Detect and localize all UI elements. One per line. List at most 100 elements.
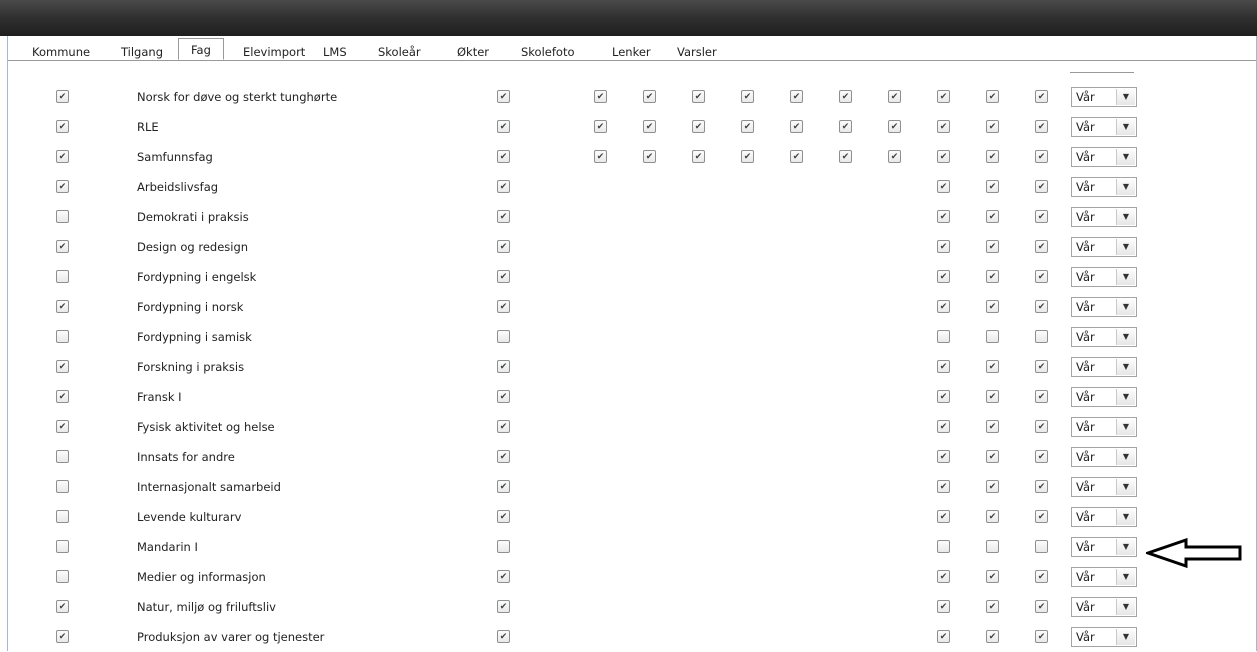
chevron-down-icon[interactable]: ▼ <box>1116 509 1135 525</box>
grade-checkbox[interactable] <box>643 90 656 103</box>
grade-checkbox[interactable] <box>594 150 607 163</box>
subject-enabled-checkbox[interactable] <box>497 630 510 643</box>
term-select[interactable]: Vår ▼ <box>1071 417 1137 437</box>
term-select[interactable]: Vår ▼ <box>1071 147 1137 167</box>
term-select[interactable]: Vår ▼ <box>1071 357 1137 377</box>
grade-checkbox[interactable] <box>1035 630 1048 643</box>
tab-tilgang[interactable]: Tilgang <box>121 44 163 60</box>
term-select[interactable]: Vår ▼ <box>1071 537 1137 557</box>
grade-checkbox[interactable] <box>937 90 950 103</box>
grade-checkbox[interactable] <box>1035 420 1048 433</box>
grade-checkbox[interactable] <box>937 180 950 193</box>
term-select[interactable]: Vår ▼ <box>1071 567 1137 587</box>
grade-checkbox[interactable] <box>937 540 950 553</box>
subject-enabled-checkbox[interactable] <box>497 330 510 343</box>
grade-checkbox[interactable] <box>937 630 950 643</box>
grade-checkbox[interactable] <box>986 360 999 373</box>
grade-checkbox[interactable] <box>986 210 999 223</box>
grade-checkbox[interactable] <box>937 450 950 463</box>
grade-checkbox[interactable] <box>692 90 705 103</box>
chevron-down-icon[interactable]: ▼ <box>1116 539 1135 555</box>
subject-active-checkbox[interactable] <box>56 270 69 283</box>
chevron-down-icon[interactable]: ▼ <box>1116 329 1135 345</box>
chevron-down-icon[interactable]: ▼ <box>1116 389 1135 405</box>
grade-checkbox[interactable] <box>937 120 950 133</box>
grade-checkbox[interactable] <box>594 90 607 103</box>
grade-checkbox[interactable] <box>1035 330 1048 343</box>
subject-enabled-checkbox[interactable] <box>497 240 510 253</box>
grade-checkbox[interactable] <box>986 330 999 343</box>
tab-skolefoto[interactable]: Skolefoto <box>521 44 575 60</box>
term-select[interactable]: Vår ▼ <box>1071 87 1137 107</box>
subject-active-checkbox[interactable] <box>56 300 69 313</box>
subject-active-checkbox[interactable] <box>56 480 69 493</box>
subject-active-checkbox[interactable] <box>56 570 69 583</box>
term-select[interactable]: Vår ▼ <box>1071 207 1137 227</box>
grade-checkbox[interactable] <box>888 90 901 103</box>
grade-checkbox[interactable] <box>986 180 999 193</box>
grade-checkbox[interactable] <box>790 120 803 133</box>
subject-enabled-checkbox[interactable] <box>497 150 510 163</box>
grade-checkbox[interactable] <box>937 510 950 523</box>
grade-checkbox[interactable] <box>986 150 999 163</box>
chevron-down-icon[interactable]: ▼ <box>1116 269 1135 285</box>
subject-enabled-checkbox[interactable] <box>497 210 510 223</box>
chevron-down-icon[interactable]: ▼ <box>1116 149 1135 165</box>
subject-enabled-checkbox[interactable] <box>497 390 510 403</box>
subject-enabled-checkbox[interactable] <box>497 270 510 283</box>
grade-checkbox[interactable] <box>937 420 950 433</box>
grade-checkbox[interactable] <box>937 480 950 493</box>
term-select[interactable]: Vår ▼ <box>1071 237 1137 257</box>
chevron-down-icon[interactable]: ▼ <box>1116 599 1135 615</box>
grade-checkbox[interactable] <box>937 360 950 373</box>
term-select[interactable]: Vår ▼ <box>1071 297 1137 317</box>
grade-checkbox[interactable] <box>986 300 999 313</box>
grade-checkbox[interactable] <box>986 90 999 103</box>
grade-checkbox[interactable] <box>937 300 950 313</box>
subject-active-checkbox[interactable] <box>56 420 69 433</box>
tab-okter[interactable]: Økter <box>457 44 489 60</box>
tab-varsler[interactable]: Varsler <box>677 44 717 60</box>
grade-checkbox[interactable] <box>643 150 656 163</box>
grade-checkbox[interactable] <box>839 120 852 133</box>
grade-checkbox[interactable] <box>790 90 803 103</box>
grade-checkbox[interactable] <box>1035 480 1048 493</box>
term-select[interactable]: Vår ▼ <box>1071 627 1137 647</box>
grade-checkbox[interactable] <box>1035 450 1048 463</box>
subject-active-checkbox[interactable] <box>56 120 69 133</box>
subject-active-checkbox[interactable] <box>56 450 69 463</box>
subject-enabled-checkbox[interactable] <box>497 300 510 313</box>
subject-active-checkbox[interactable] <box>56 360 69 373</box>
grade-checkbox[interactable] <box>1035 120 1048 133</box>
subject-active-checkbox[interactable] <box>56 630 69 643</box>
chevron-down-icon[interactable]: ▼ <box>1116 629 1135 645</box>
grade-checkbox[interactable] <box>1035 570 1048 583</box>
chevron-down-icon[interactable]: ▼ <box>1116 239 1135 255</box>
grade-checkbox[interactable] <box>986 240 999 253</box>
grade-checkbox[interactable] <box>1035 150 1048 163</box>
grade-checkbox[interactable] <box>741 90 754 103</box>
grade-checkbox[interactable] <box>1035 270 1048 283</box>
chevron-down-icon[interactable]: ▼ <box>1116 419 1135 435</box>
grade-checkbox[interactable] <box>643 120 656 133</box>
grade-checkbox[interactable] <box>986 420 999 433</box>
grade-checkbox[interactable] <box>741 120 754 133</box>
grade-checkbox[interactable] <box>741 150 754 163</box>
subject-enabled-checkbox[interactable] <box>497 570 510 583</box>
tab-fag[interactable]: Fag <box>178 38 224 60</box>
subject-enabled-checkbox[interactable] <box>497 450 510 463</box>
grade-checkbox[interactable] <box>692 120 705 133</box>
grade-checkbox[interactable] <box>839 150 852 163</box>
subject-enabled-checkbox[interactable] <box>497 90 510 103</box>
grade-checkbox[interactable] <box>986 120 999 133</box>
tab-skolear[interactable]: Skoleår <box>378 44 421 60</box>
grade-checkbox[interactable] <box>937 150 950 163</box>
subject-active-checkbox[interactable] <box>56 150 69 163</box>
chevron-down-icon[interactable]: ▼ <box>1116 359 1135 375</box>
chevron-down-icon[interactable]: ▼ <box>1116 449 1135 465</box>
grade-checkbox[interactable] <box>692 150 705 163</box>
grade-checkbox[interactable] <box>937 210 950 223</box>
subject-active-checkbox[interactable] <box>56 540 69 553</box>
subject-active-checkbox[interactable] <box>56 510 69 523</box>
grade-checkbox[interactable] <box>839 90 852 103</box>
